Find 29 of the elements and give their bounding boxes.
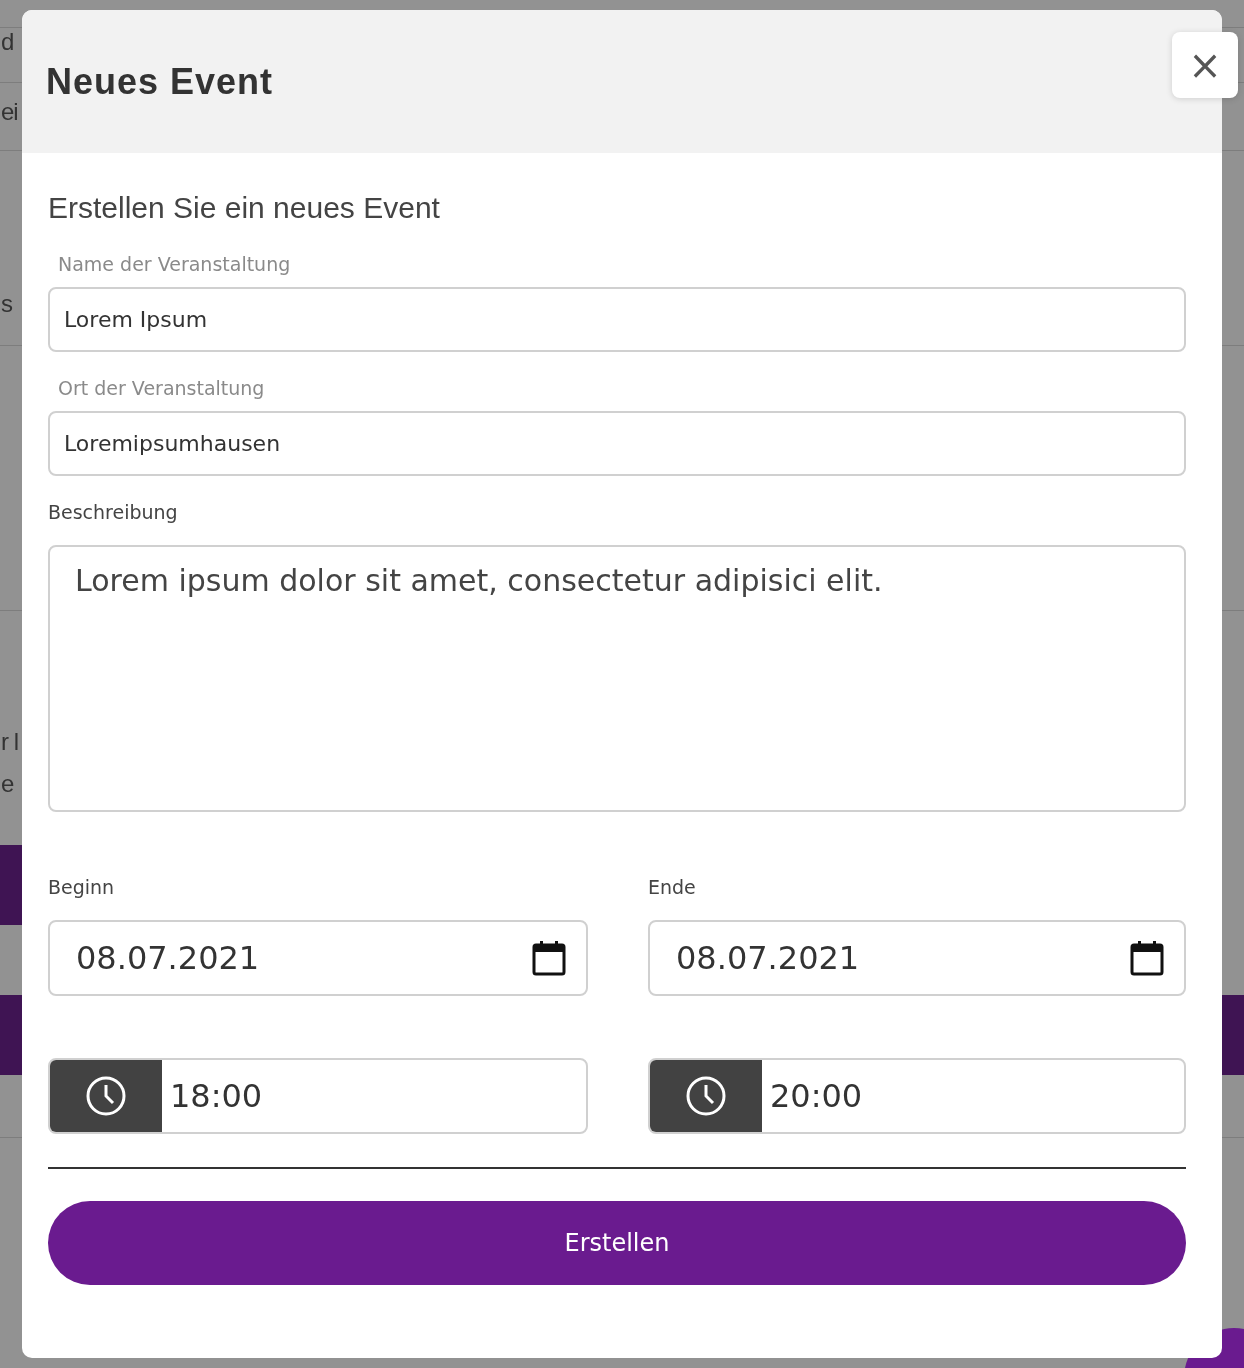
form-heading: Erstellen Sie ein neues Event: [48, 191, 441, 225]
date-value: 08.07.2021: [76, 939, 260, 977]
background-text: s: [1, 290, 12, 318]
description-field[interactable]: Lorem ipsum dolor sit amet, consectetur adipisici elit.: [48, 545, 1186, 812]
background-text: e: [1, 770, 14, 798]
field-label: Beschreibung: [48, 501, 179, 523]
close-button[interactable]: ×: [1172, 32, 1238, 98]
time-value: 20:00: [770, 1077, 863, 1115]
background-text: r l: [1, 728, 18, 756]
clock-icon: [85, 1075, 127, 1117]
field-label: Ende: [648, 876, 697, 898]
input-field[interactable]: Lorem Ipsum: [48, 287, 1186, 352]
create-button[interactable]: Erstellen: [48, 1201, 1186, 1285]
field-label: Beginn: [48, 876, 116, 898]
time-value: 18:00: [170, 1077, 263, 1115]
dialog-title: Neues Event: [46, 60, 274, 103]
date-value: 08.07.2021: [676, 939, 860, 977]
calendar-icon[interactable]: [1130, 940, 1164, 976]
clock-icon: [685, 1075, 727, 1117]
field-label: Name der Veranstaltung: [58, 253, 292, 275]
time-field[interactable]: 20:00: [648, 1058, 1186, 1134]
date-field[interactable]: 08.07.2021: [648, 920, 1186, 996]
calendar-icon[interactable]: [532, 940, 566, 976]
background-text: ei: [1, 98, 18, 126]
field-label: Ort der Veranstaltung: [58, 377, 266, 399]
input-field[interactable]: Loremipsumhausen: [48, 411, 1186, 476]
time-field[interactable]: 18:00: [48, 1058, 588, 1134]
background-text: d: [1, 28, 14, 56]
date-field[interactable]: 08.07.2021: [48, 920, 588, 996]
